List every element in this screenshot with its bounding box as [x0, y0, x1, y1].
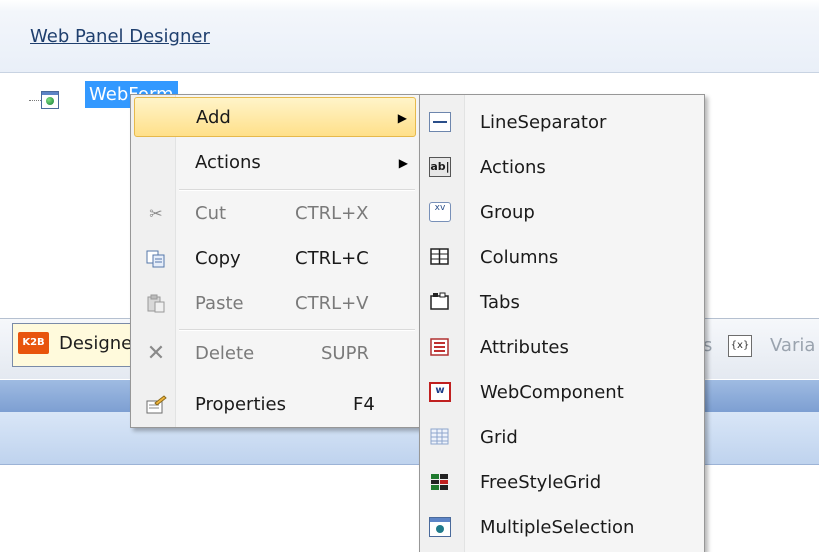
variables-icon[interactable]: {x} — [728, 335, 752, 357]
submenu-arrow-icon: ▶ — [398, 156, 408, 170]
menu-item-properties-shortcut: F4 — [353, 394, 375, 415]
submenu-item-grid[interactable]: Grid — [422, 415, 702, 460]
submenu-item-tabs-label: Tabs — [480, 292, 520, 313]
webform-icon — [41, 91, 59, 109]
menu-item-properties[interactable]: Properties F4 — [134, 385, 416, 425]
submenu-item-multipleselection[interactable]: MultipleSelection — [422, 505, 702, 550]
tab-designer-label[interactable]: Designe — [59, 333, 132, 354]
submenu-item-multipleselection-label: MultipleSelection — [480, 517, 635, 538]
menu-item-cut[interactable]: ✂ Cut CTRL+X — [134, 194, 416, 234]
menu-item-add-label: Add — [196, 107, 231, 128]
submenu-item-group-label: Group — [480, 202, 535, 223]
submenu-item-actions-label: Actions — [480, 157, 546, 178]
properties-icon — [145, 395, 167, 415]
menu-item-cut-label: Cut — [195, 203, 227, 224]
menu-item-copy[interactable]: Copy CTRL+C — [134, 239, 416, 279]
menu-item-add[interactable]: Add ▶ — [134, 97, 416, 137]
menu-item-delete[interactable]: ✕ Delete SUPR — [134, 334, 416, 374]
actions-icon: ab| — [429, 157, 451, 177]
multiple-selection-icon — [429, 517, 451, 537]
attributes-icon — [429, 337, 451, 357]
submenu-item-grid-label: Grid — [480, 427, 518, 448]
submenu-item-freestylegrid-label: FreeStyleGrid — [480, 472, 602, 493]
menu-item-paste-label: Paste — [195, 293, 244, 314]
context-menu: Add ▶ Actions ▶ ✂ Cut CTRL+X Copy CTRL+C… — [130, 94, 420, 428]
menu-item-actions-label: Actions — [195, 152, 261, 173]
submenu-arrow-icon: ▶ — [397, 111, 407, 125]
submenu-item-tabs[interactable]: Tabs — [422, 280, 702, 325]
group-icon: xv — [429, 202, 451, 222]
submenu-item-webcomponent-label: WebComponent — [480, 382, 624, 403]
submenu-item-attributes[interactable]: Attributes — [422, 325, 702, 370]
submenu-item-columns[interactable]: Columns — [422, 235, 702, 280]
menu-item-delete-label: Delete — [195, 343, 255, 364]
menu-item-paste[interactable]: Paste CTRL+V — [134, 284, 416, 324]
submenu-item-lineseparator[interactable]: LineSeparator — [422, 100, 702, 145]
menu-item-copy-label: Copy — [195, 248, 241, 269]
copy-icon — [145, 249, 167, 269]
webcomponent-icon: w — [429, 382, 451, 402]
line-separator-icon — [429, 112, 451, 132]
tree-connector — [29, 100, 41, 101]
menu-item-paste-shortcut: CTRL+V — [295, 293, 369, 314]
k2b-icon: K2B — [18, 332, 49, 354]
delete-icon: ✕ — [146, 341, 166, 366]
submenu-item-columns-label: Columns — [480, 247, 559, 268]
paste-icon — [145, 294, 167, 314]
add-submenu: LineSeparator ab| Actions xv Group Colum… — [419, 94, 705, 552]
tabs-icon — [429, 292, 451, 312]
submenu-item-lineseparator-label: LineSeparator — [480, 112, 607, 133]
menu-separator — [179, 189, 415, 191]
menu-item-copy-shortcut: CTRL+C — [295, 248, 369, 269]
page-title[interactable]: Web Panel Designer — [30, 26, 210, 47]
columns-icon — [429, 247, 451, 267]
submenu-item-freestylegrid[interactable]: FreeStyleGrid — [422, 460, 702, 505]
tab-variables-label[interactable]: Varia — [770, 335, 815, 356]
menu-separator — [179, 329, 415, 331]
menu-item-actions[interactable]: Actions ▶ — [134, 143, 416, 183]
submenu-item-attributes-label: Attributes — [480, 337, 569, 358]
grid-icon — [429, 427, 451, 447]
scissors-icon: ✂ — [149, 204, 163, 223]
submenu-item-webcomponent[interactable]: w WebComponent — [422, 370, 702, 415]
menu-item-delete-shortcut: SUPR — [321, 343, 369, 364]
menu-item-cut-shortcut: CTRL+X — [295, 203, 369, 224]
submenu-item-actions[interactable]: ab| Actions — [422, 145, 702, 190]
menu-item-properties-label: Properties — [195, 394, 286, 415]
freestylegrid-icon — [429, 472, 451, 492]
submenu-item-group[interactable]: xv Group — [422, 190, 702, 235]
